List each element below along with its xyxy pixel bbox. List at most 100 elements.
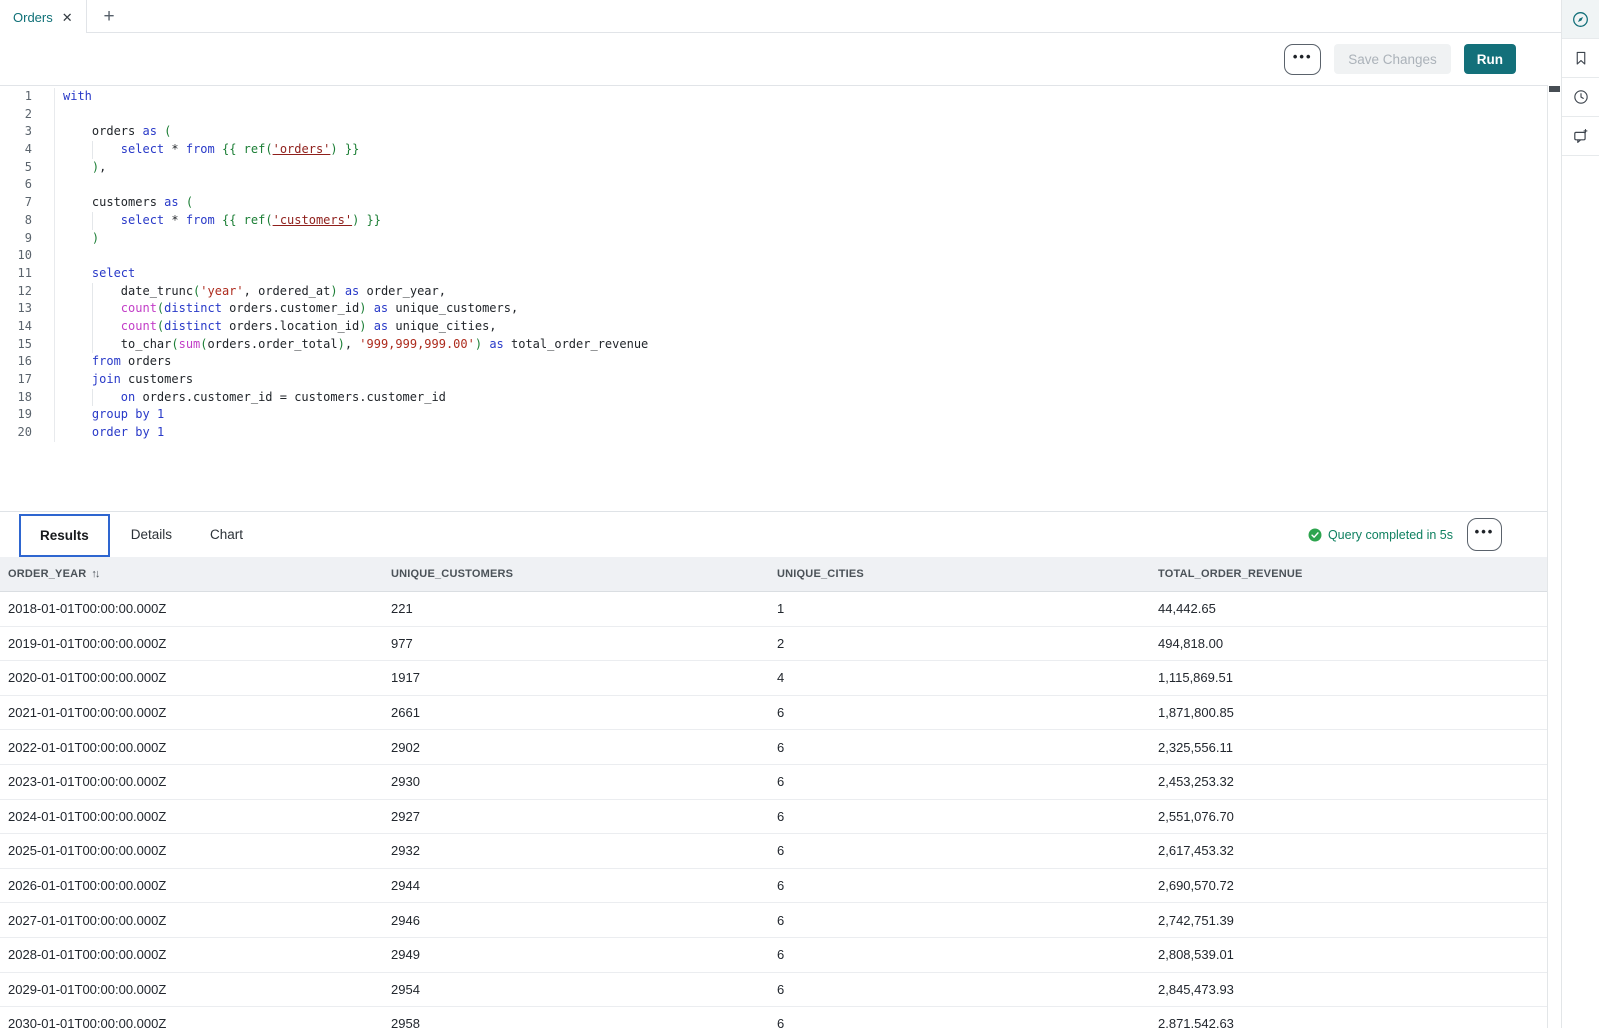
- tab-orders[interactable]: Orders ✕: [0, 0, 87, 34]
- new-tab-button[interactable]: +: [96, 4, 122, 30]
- table-cell: 2022-01-01T00:00:00.000Z: [0, 740, 383, 755]
- code-line-text: on orders.customer_id = customers.custom…: [55, 389, 446, 407]
- close-tab-icon[interactable]: ✕: [62, 11, 73, 24]
- table-cell: 6: [769, 982, 1150, 997]
- table-cell: 2949: [383, 947, 769, 962]
- indent-guide: [92, 336, 93, 354]
- column-header-label: TOTAL_ORDER_REVENUE: [1158, 568, 1303, 580]
- line-number: 18: [0, 389, 55, 407]
- line-number: 19: [0, 406, 55, 424]
- code-line: 12 date_trunc('year', ordered_at) as ord…: [0, 283, 1547, 301]
- table-cell: 2927: [383, 809, 769, 824]
- table-cell: 44,442.65: [1150, 601, 1547, 616]
- table-cell: 6: [769, 1016, 1150, 1028]
- tab-orders-label: Orders: [13, 10, 53, 25]
- table-row: 2028-01-01T00:00:00.000Z294962,808,539.0…: [0, 938, 1547, 973]
- code-line: 13 count(distinct orders.customer_id) as…: [0, 300, 1547, 318]
- column-header-order_year[interactable]: ORDER_YEAR ↑↓: [0, 568, 383, 580]
- line-number: 6: [0, 176, 55, 194]
- sort-arrows-icon[interactable]: ↑↓: [91, 568, 98, 580]
- tab-details[interactable]: Details: [112, 512, 191, 557]
- line-number: 10: [0, 247, 55, 265]
- code-line: 17 join customers: [0, 371, 1547, 389]
- code-line-text: orders as (: [55, 123, 171, 141]
- line-number: 5: [0, 159, 55, 177]
- compass-icon: [1571, 10, 1590, 29]
- code-line: 10: [0, 247, 1547, 265]
- code-line-text: with: [55, 88, 92, 106]
- code-line: 20 order by 1: [0, 424, 1547, 442]
- rail-ai-assist-button[interactable]: [1562, 117, 1599, 156]
- editor-more-button[interactable]: •••: [1284, 44, 1321, 75]
- right-icon-rail: [1561, 0, 1599, 1028]
- table-row: 2021-01-01T00:00:00.000Z266161,871,800.8…: [0, 696, 1547, 731]
- code-line-text: select * from {{ ref('customers') }}: [55, 212, 381, 230]
- run-button[interactable]: Run: [1464, 44, 1516, 74]
- code-line: 4 select * from {{ ref('orders') }}: [0, 141, 1547, 159]
- line-number: 7: [0, 194, 55, 212]
- code-line-text: count(distinct orders.customer_id) as un…: [55, 300, 518, 318]
- column-header-unique_customers[interactable]: UNIQUE_CUSTOMERS: [383, 568, 769, 580]
- code-line: 9 ): [0, 230, 1547, 248]
- rail-explore-button[interactable]: [1562, 0, 1599, 39]
- rail-bookmark-button[interactable]: [1562, 39, 1599, 78]
- line-number: 15: [0, 336, 55, 354]
- table-cell: 2,551,076.70: [1150, 809, 1547, 824]
- code-line: 11 select: [0, 265, 1547, 283]
- column-header-total_order_revenue[interactable]: TOTAL_ORDER_REVENUE: [1150, 568, 1547, 580]
- tab-results[interactable]: Results: [19, 514, 110, 557]
- column-header-unique_cities[interactable]: UNIQUE_CITIES: [769, 568, 1150, 580]
- table-row: 2030-01-01T00:00:00.000Z295862,871,542.6…: [0, 1007, 1547, 1028]
- table-cell: 2024-01-01T00:00:00.000Z: [0, 809, 383, 824]
- table-cell: 2930: [383, 774, 769, 789]
- code-line: 5 ),: [0, 159, 1547, 177]
- line-number: 17: [0, 371, 55, 389]
- table-cell: 2,845,473.93: [1150, 982, 1547, 997]
- line-number: 2: [0, 106, 55, 124]
- column-header-label: ORDER_YEAR: [8, 568, 86, 580]
- code-line: 15 to_char(sum(orders.order_total), '999…: [0, 336, 1547, 354]
- main-pane: Orders ✕ + ••• Save Changes Run 1with2 3…: [0, 0, 1561, 1028]
- code-line: 8 select * from {{ ref('customers') }}: [0, 212, 1547, 230]
- tab-chart-label: Chart: [210, 527, 243, 542]
- code-line-text: [55, 176, 70, 194]
- code-line: 1with: [0, 88, 1547, 106]
- table-cell: 6: [769, 705, 1150, 720]
- tab-results-label: Results: [40, 528, 89, 543]
- table-row: 2023-01-01T00:00:00.000Z293062,453,253.3…: [0, 765, 1547, 800]
- code-line: 3 orders as (: [0, 123, 1547, 141]
- scrollbar-thumb[interactable]: [1549, 86, 1560, 92]
- table-cell: 6: [769, 809, 1150, 824]
- table-cell: 1: [769, 601, 1150, 616]
- table-cell: 2902: [383, 740, 769, 755]
- table-cell: 6: [769, 740, 1150, 755]
- code-line: 18 on orders.customer_id = customers.cus…: [0, 389, 1547, 407]
- table-cell: 2,808,539.01: [1150, 947, 1547, 962]
- query-status: Query completed in 5s: [1308, 512, 1453, 557]
- table-row: 2029-01-01T00:00:00.000Z295462,845,473.9…: [0, 973, 1547, 1008]
- bookmark-icon: [1572, 49, 1590, 67]
- results-table-body: 2018-01-01T00:00:00.000Z221144,442.65201…: [0, 592, 1547, 1028]
- code-line-text: [55, 247, 70, 265]
- table-cell: 2020-01-01T00:00:00.000Z: [0, 670, 383, 685]
- table-cell: 6: [769, 947, 1150, 962]
- table-cell: 2028-01-01T00:00:00.000Z: [0, 947, 383, 962]
- rail-history-button[interactable]: [1562, 78, 1599, 117]
- scrollbar-track[interactable]: [1549, 85, 1561, 1028]
- table-cell: 6: [769, 878, 1150, 893]
- code-editor[interactable]: 1with2 3 orders as (4 select * from {{ r…: [0, 86, 1547, 511]
- table-row: 2024-01-01T00:00:00.000Z292762,551,076.7…: [0, 800, 1547, 835]
- table-cell: 2958: [383, 1016, 769, 1028]
- tab-chart[interactable]: Chart: [191, 512, 262, 557]
- line-number: 14: [0, 318, 55, 336]
- table-row: 2027-01-01T00:00:00.000Z294662,742,751.3…: [0, 903, 1547, 938]
- table-cell: 2018-01-01T00:00:00.000Z: [0, 601, 383, 616]
- results-more-button[interactable]: •••: [1467, 518, 1502, 551]
- line-number: 11: [0, 265, 55, 283]
- table-cell: 1,871,800.85: [1150, 705, 1547, 720]
- table-cell: 1,115,869.51: [1150, 670, 1547, 685]
- code-line-text: customers as (: [55, 194, 193, 212]
- code-line: 7 customers as (: [0, 194, 1547, 212]
- save-changes-button[interactable]: Save Changes: [1334, 44, 1451, 74]
- line-number: 12: [0, 283, 55, 301]
